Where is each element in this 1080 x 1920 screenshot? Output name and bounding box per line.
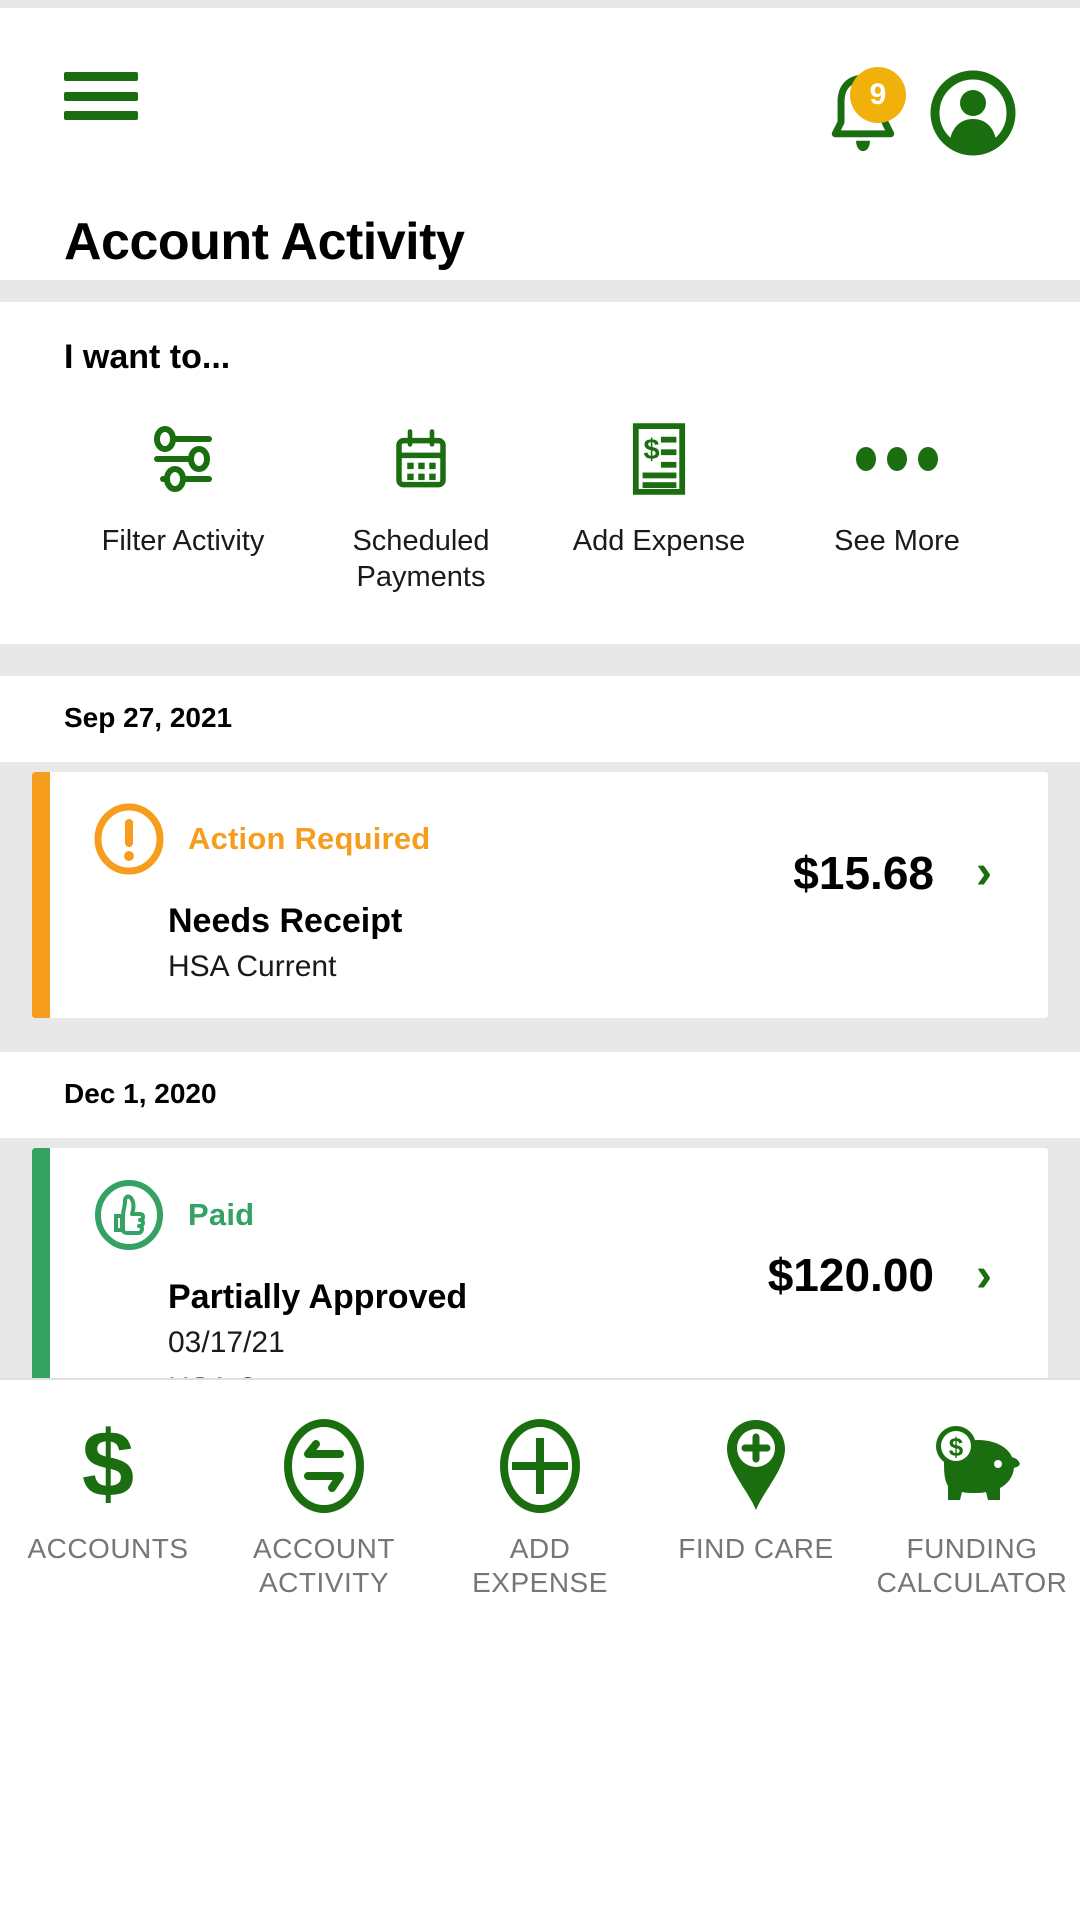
nav-label: FUNDING CALCULATOR: [872, 1532, 1072, 1600]
section-divider: [0, 1030, 1080, 1052]
nav-label: FIND CARE: [678, 1532, 833, 1566]
app-header: 9 Account Activity: [0, 8, 1080, 280]
chevron-right-icon[interactable]: ›: [946, 1248, 1022, 1303]
dollar-sign-icon: $: [73, 1414, 143, 1518]
nav-label: ADD EXPENSE: [440, 1532, 640, 1600]
transfer-circle-icon: [278, 1414, 370, 1518]
activity-date-header: Dec 1, 2020: [0, 1052, 1080, 1138]
nav-label: ACCOUNTS: [27, 1532, 188, 1566]
quick-action-label: Filter Activity: [102, 523, 265, 559]
nav-item-accounts[interactable]: $ ACCOUNTS: [0, 1414, 216, 1566]
quick-action-scheduled-payments[interactable]: Scheduled Payments: [302, 421, 540, 596]
avatar[interactable]: [930, 70, 1016, 156]
activity-date-header: Sep 27, 2021: [0, 676, 1080, 762]
sliders-filter-icon: [147, 421, 219, 497]
svg-text:$: $: [949, 1432, 964, 1462]
quick-action-label: See More: [834, 523, 960, 559]
plus-circle-icon: [494, 1414, 586, 1518]
i-want-to-section: I want to... Filter Activity: [0, 302, 1080, 644]
status-badge: Paid: [188, 1197, 254, 1233]
section-divider: [0, 280, 1080, 302]
i-want-to-title: I want to...: [64, 338, 1016, 377]
status-stripe: [32, 772, 50, 1019]
nav-item-funding-calculator[interactable]: $ FUNDING CALCULATOR: [864, 1414, 1080, 1600]
nav-item-find-care[interactable]: FIND CARE: [648, 1414, 864, 1566]
nav-item-account-activity[interactable]: ACCOUNT ACTIVITY: [216, 1414, 432, 1600]
section-divider: [0, 644, 1080, 676]
exclamation-circle-icon: [92, 802, 166, 876]
status-badge: Action Required: [188, 821, 430, 857]
piggy-bank-icon: $: [920, 1414, 1024, 1518]
quick-action-filter-activity[interactable]: Filter Activity: [64, 421, 302, 559]
map-pin-plus-icon: [719, 1414, 793, 1518]
quick-action-add-expense[interactable]: $ Add Expense: [540, 421, 778, 559]
receipt-dollar-icon: $: [630, 421, 688, 497]
activity-title: Needs Receipt: [168, 902, 793, 941]
calendar-icon: [388, 421, 454, 497]
status-strip: [0, 0, 1080, 8]
page-title: Account Activity: [64, 212, 1016, 272]
activity-amount: $120.00: [768, 1248, 934, 1302]
svg-text:$: $: [644, 434, 660, 466]
quick-action-label: Add Expense: [573, 523, 746, 559]
activity-title: Partially Approved: [168, 1278, 768, 1317]
chevron-right-icon[interactable]: ›: [946, 845, 1022, 900]
notification-badge: 9: [850, 67, 906, 123]
bottom-navigation: $ ACCOUNTS ACCOUNT ACTIVITY ADD EXPENSE: [0, 1378, 1080, 1920]
svg-text:$: $: [82, 1414, 134, 1516]
nav-item-add-expense[interactable]: ADD EXPENSE: [432, 1414, 648, 1600]
activity-amount: $15.68: [793, 846, 934, 900]
quick-action-label: Scheduled Payments: [326, 523, 516, 596]
nav-label: ACCOUNT ACTIVITY: [224, 1532, 424, 1600]
quick-action-see-more[interactable]: See More: [778, 421, 1016, 559]
activity-sub-date: 03/17/21: [168, 1323, 768, 1363]
hamburger-menu-icon[interactable]: [64, 68, 138, 120]
user-avatar-icon: [930, 70, 1016, 156]
ellipsis-icon: [852, 421, 942, 497]
activity-card[interactable]: Action Required Needs Receipt HSA Curren…: [32, 772, 1048, 1019]
notifications-button[interactable]: 9: [826, 71, 900, 155]
activity-card-wrapper: Action Required Needs Receipt HSA Curren…: [0, 762, 1080, 1031]
activity-account: HSA Current: [168, 947, 793, 987]
thumbs-up-circle-icon: [92, 1178, 166, 1252]
